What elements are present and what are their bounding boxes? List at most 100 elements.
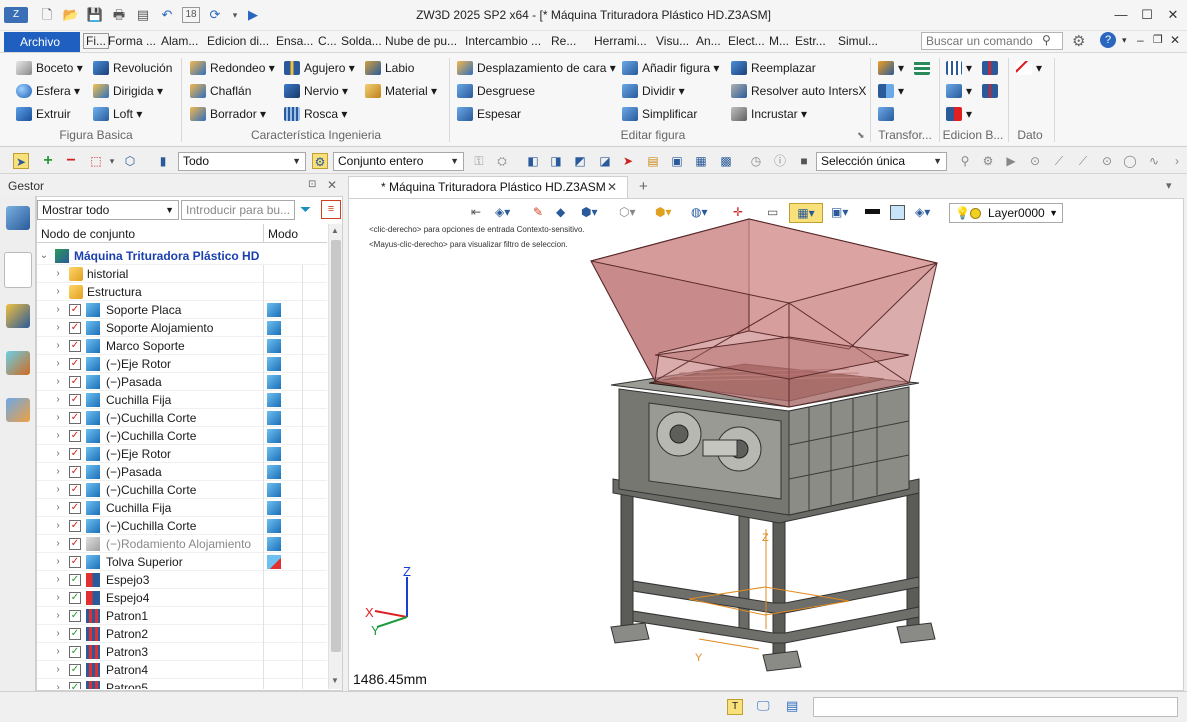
collapse-icon[interactable]: ⌄ (39, 247, 49, 265)
minimize-icon[interactable]: — (1109, 6, 1133, 24)
menu-tab-forma[interactable]: Forma ... (108, 34, 156, 48)
material-button[interactable]: Material ▾ (365, 82, 437, 100)
tree-row[interactable]: › ✓ Soporte Placa (37, 301, 327, 319)
visibility-checkbox[interactable]: ✓ (69, 664, 81, 676)
transform-scale-button[interactable] (878, 105, 898, 123)
nervio-button[interactable]: Nervio ▾ (284, 82, 348, 100)
tree-row[interactable]: › ✓ Soporte Alojamiento (37, 319, 327, 337)
graphics-viewport[interactable]: ⇤ ◈▾ ✎ ◆ ⬢▾ ⬡▾ ⬢▾ ◍▾ ✛ ▭ ▦▾ ▣▾ ◈▾ 💡 Laye… (348, 198, 1184, 691)
add-icon[interactable]: + (40, 153, 56, 169)
info-icon[interactable]: ⓘ (772, 153, 788, 169)
visibility-checkbox[interactable]: ✓ (69, 376, 81, 388)
menu-tab-m[interactable]: M... (769, 34, 789, 48)
transform-move-button[interactable]: ▾ (878, 59, 904, 77)
status-list-icon[interactable]: ▤ (786, 698, 798, 714)
menu-tab-soldadura[interactable]: Solda... (341, 34, 382, 48)
selection-tool-1-icon[interactable]: ⚿ (471, 153, 487, 169)
mode-icon[interactable] (267, 357, 281, 371)
tree-scrollbar[interactable]: ▲ ▼ (328, 224, 342, 689)
body-edit-grid-button[interactable]: ▾ (946, 59, 972, 77)
menu-tab-herramientas[interactable]: Herrami... (594, 34, 647, 48)
esfera-button[interactable]: Esfera ▾ (16, 82, 80, 100)
datum-axis-button[interactable]: ▾ (1016, 59, 1042, 77)
tree-row[interactable]: › ✓ (−)Cuchilla Corte (37, 409, 327, 427)
boceto-button[interactable]: Boceto ▾ (16, 59, 83, 77)
dividir-button[interactable]: Dividir ▾ (622, 82, 685, 100)
snap-curve-icon[interactable]: ∿ (1146, 153, 1162, 169)
visibility-checkbox[interactable]: ✓ (69, 412, 81, 424)
visibility-checkbox[interactable]: ✓ (69, 520, 81, 532)
menu-tab-visualizacion[interactable]: Visu... (656, 34, 689, 48)
close-icon[interactable]: ✕ (1161, 6, 1185, 24)
tree-scrollbar-thumb[interactable] (331, 240, 341, 652)
menu-tab-ensamblaje[interactable]: Ensa... (276, 34, 313, 48)
visibility-checkbox[interactable]: ✓ (69, 322, 81, 334)
visibility-checkbox[interactable]: ✓ (69, 610, 81, 622)
toolbar-overflow-icon[interactable]: › (1169, 153, 1185, 169)
doc-minimize-icon[interactable]: – (1137, 33, 1144, 47)
stop-icon[interactable]: ■ (796, 153, 812, 169)
gear-icon[interactable]: ⚙ (1072, 32, 1085, 50)
group-launcher-icon[interactable]: ⬊ (857, 130, 865, 141)
tree-row[interactable]: › ✓ (−)Pasada (37, 463, 327, 481)
mode-icon[interactable] (267, 375, 281, 389)
tab-close-icon[interactable]: ✕ (607, 177, 617, 197)
borrador-button[interactable]: Borrador ▾ (190, 105, 266, 123)
visibility-checkbox[interactable]: ✓ (69, 556, 81, 568)
snap-point-icon[interactable]: ⊙ (1027, 153, 1043, 169)
document-tab[interactable]: * Máquina Trituradora Plástico HD.Z3ASM … (348, 176, 628, 198)
tree-row[interactable]: › ✓ Patron5 (37, 679, 327, 689)
tree-row[interactable]: › ✓ Espejo4 (37, 589, 327, 607)
visibility-checkbox[interactable]: ✓ (69, 304, 81, 316)
tab-list-icon[interactable]: ▾ (1166, 179, 1172, 192)
mode-icon[interactable] (267, 537, 281, 551)
mode-icon[interactable] (267, 411, 281, 425)
funnel-filter-icon[interactable]: ⏷ (300, 201, 311, 218)
tree-row[interactable]: › Estructura (37, 283, 327, 301)
mode-icon[interactable] (267, 429, 281, 443)
tree-row[interactable]: › ✓ Marco Soporte (37, 337, 327, 355)
snap-circle-icon[interactable]: ◯ (1122, 153, 1138, 169)
expand-icon[interactable]: › (53, 337, 63, 355)
pick-edge-icon[interactable]: ◨ (548, 153, 564, 169)
status-text-mode-icon[interactable]: T (727, 699, 743, 715)
tree-row[interactable]: › ✓ (−)Eje Rotor (37, 355, 327, 373)
menu-tab-edicion-directa[interactable]: Edicion di... (207, 34, 269, 48)
resolver-intersx-button[interactable]: Resolver auto IntersX (731, 82, 866, 100)
remove-icon[interactable]: − (63, 153, 79, 169)
visibility-checkbox[interactable]: ✓ (69, 538, 81, 550)
snap-1-icon[interactable]: ⚲ (957, 153, 973, 169)
menu-tab-fi[interactable]: Fi... (83, 33, 109, 49)
user-tab-icon[interactable] (6, 398, 30, 422)
visibility-checkbox[interactable]: ✓ (69, 466, 81, 478)
snap-line-icon[interactable]: ⟋ (1051, 153, 1067, 169)
selection-mode-select[interactable]: Selección única ▼ (816, 152, 947, 171)
loft-button[interactable]: Loft ▾ (93, 105, 142, 123)
search-icon[interactable]: ⚲ (1042, 33, 1051, 47)
menu-tab-simulacion[interactable]: Simul... (838, 34, 878, 48)
object-tab-icon[interactable] (6, 304, 30, 328)
tree-root-row[interactable]: ⌄ Máquina Trituradora Plástico HD (37, 247, 327, 265)
tree-row[interactable]: › ✓ Cuchilla Fija (37, 499, 327, 517)
visibility-checkbox[interactable]: ✓ (69, 682, 81, 689)
scope-select[interactable]: Conjunto entero ▼ (333, 152, 464, 171)
box-select-chevron-icon[interactable]: ▾ (104, 153, 120, 169)
col-node-header[interactable]: Nodo de conjunto (41, 227, 135, 241)
selection-tool-2-icon[interactable]: ⛭ (494, 153, 510, 169)
redondeo-button[interactable]: Redondeo ▾ (190, 59, 275, 77)
history-tab-icon[interactable] (6, 206, 30, 230)
anadir-figura-button[interactable]: Añadir figura ▾ (622, 59, 719, 77)
col-mode-header[interactable]: Modo (268, 227, 298, 241)
tree-row[interactable]: › ✓ Patron1 (37, 607, 327, 625)
expand-icon[interactable]: › (53, 409, 63, 427)
mode-icon[interactable] (267, 483, 281, 497)
type-filter-select[interactable]: Todo ▼ (178, 152, 306, 171)
expand-icon[interactable]: › (53, 517, 63, 535)
mode-icon[interactable] (267, 303, 281, 317)
box-select-icon[interactable]: ⬚ (88, 153, 104, 169)
extruir-button[interactable]: Extruir (16, 105, 71, 123)
maximize-icon[interactable]: ☐ (1135, 6, 1159, 24)
filter-chart-icon[interactable]: ▮ (155, 153, 171, 169)
expand-icon[interactable]: › (53, 607, 63, 625)
tree-row[interactable]: › ✓ Tolva Superior (37, 553, 327, 571)
